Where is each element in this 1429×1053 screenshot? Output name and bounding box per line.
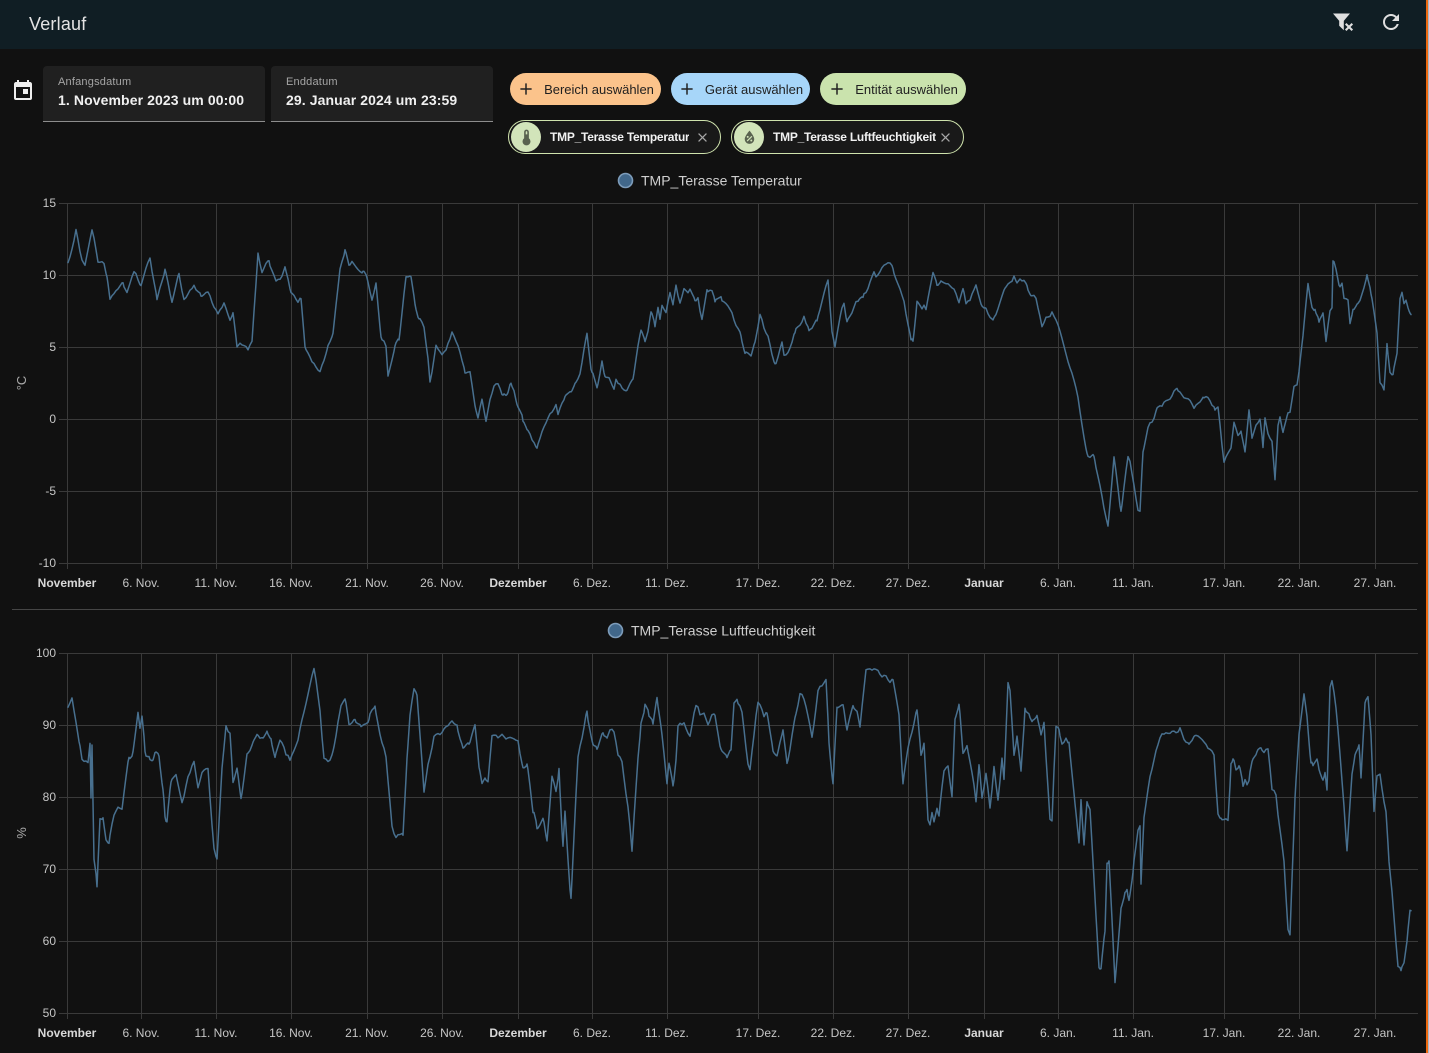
svg-text:27. Dez.: 27. Dez. xyxy=(886,576,931,590)
svg-text:11. Nov.: 11. Nov. xyxy=(195,1026,238,1040)
svg-text:21. Nov.: 21. Nov. xyxy=(345,576,389,590)
svg-text:11. Dez.: 11. Dez. xyxy=(645,1026,689,1040)
svg-text:November: November xyxy=(38,1026,97,1040)
svg-text:11. Jan.: 11. Jan. xyxy=(1112,576,1154,590)
svg-text:5: 5 xyxy=(49,340,56,354)
svg-text:90: 90 xyxy=(43,718,57,732)
svg-text:27. Jan.: 27. Jan. xyxy=(1354,1026,1397,1040)
svg-text:100: 100 xyxy=(36,646,56,660)
svg-text:6. Nov.: 6. Nov. xyxy=(122,576,159,590)
svg-text:26. Nov.: 26. Nov. xyxy=(420,576,464,590)
svg-text:16. Nov.: 16. Nov. xyxy=(269,576,313,590)
svg-text:November: November xyxy=(38,576,97,590)
svg-text:22. Dez.: 22. Dez. xyxy=(811,576,856,590)
svg-text:11. Dez.: 11. Dez. xyxy=(645,576,689,590)
svg-text:11. Jan.: 11. Jan. xyxy=(1112,1026,1154,1040)
svg-text:70: 70 xyxy=(43,862,57,876)
svg-text:60: 60 xyxy=(43,934,57,948)
svg-text:Dezember: Dezember xyxy=(489,576,547,590)
svg-text:27. Dez.: 27. Dez. xyxy=(886,1026,931,1040)
svg-text:50: 50 xyxy=(43,1006,57,1020)
svg-text:27. Jan.: 27. Jan. xyxy=(1354,576,1397,590)
svg-text:6. Dez.: 6. Dez. xyxy=(573,1026,611,1040)
svg-text:26. Nov.: 26. Nov. xyxy=(420,1026,464,1040)
svg-text:10: 10 xyxy=(43,268,57,282)
svg-text:6. Dez.: 6. Dez. xyxy=(573,576,611,590)
svg-text:6. Jan.: 6. Jan. xyxy=(1040,576,1076,590)
svg-text:-5: -5 xyxy=(45,484,56,498)
svg-text:TMP_Terasse Luftfeuchtigkeit: TMP_Terasse Luftfeuchtigkeit xyxy=(631,623,816,639)
svg-text:11. Nov.: 11. Nov. xyxy=(195,576,238,590)
svg-text:16. Nov.: 16. Nov. xyxy=(269,1026,313,1040)
svg-text:17. Dez.: 17. Dez. xyxy=(736,576,781,590)
svg-text:Januar: Januar xyxy=(964,576,1004,590)
svg-text:TMP_Terasse Temperatur: TMP_Terasse Temperatur xyxy=(641,173,802,189)
svg-text:Dezember: Dezember xyxy=(489,1026,547,1040)
svg-text:21. Nov.: 21. Nov. xyxy=(345,1026,389,1040)
svg-text:17. Dez.: 17. Dez. xyxy=(736,1026,781,1040)
svg-text:22. Dez.: 22. Dez. xyxy=(811,1026,856,1040)
svg-text:22. Jan.: 22. Jan. xyxy=(1278,576,1321,590)
svg-text:%: % xyxy=(14,827,29,839)
svg-text:Januar: Januar xyxy=(964,1026,1004,1040)
svg-text:6. Jan.: 6. Jan. xyxy=(1040,1026,1076,1040)
svg-text:0: 0 xyxy=(49,412,56,426)
svg-text:80: 80 xyxy=(43,790,57,804)
svg-text:6. Nov.: 6. Nov. xyxy=(122,1026,159,1040)
svg-text:17. Jan.: 17. Jan. xyxy=(1203,576,1246,590)
svg-text:15: 15 xyxy=(43,196,57,210)
svg-text:-10: -10 xyxy=(39,556,57,570)
svg-text:°C: °C xyxy=(14,376,29,391)
svg-text:22. Jan.: 22. Jan. xyxy=(1278,1026,1321,1040)
svg-text:17. Jan.: 17. Jan. xyxy=(1203,1026,1246,1040)
